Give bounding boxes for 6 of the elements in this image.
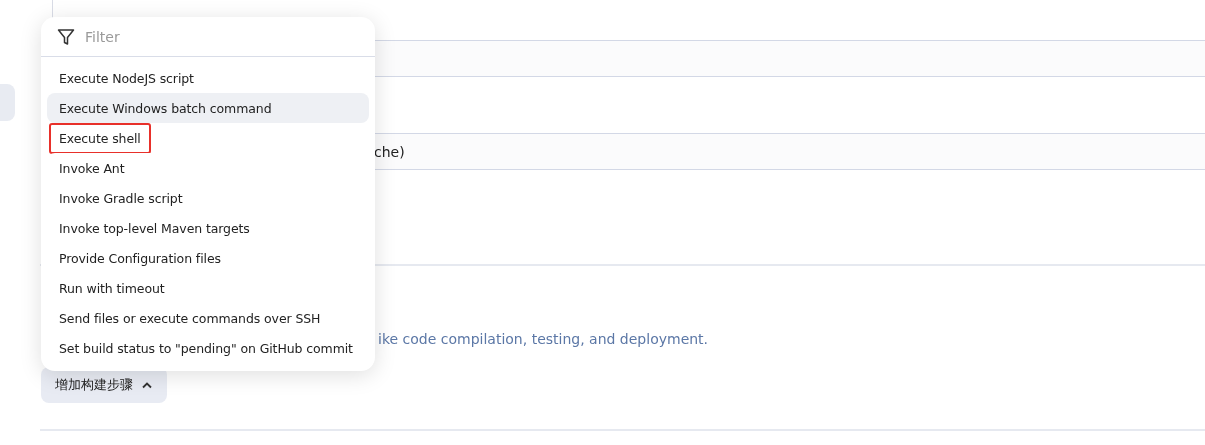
filter-icon: [57, 27, 75, 46]
caret-icon: [141, 381, 153, 389]
add-build-step-button[interactable]: 增加构建步骤: [41, 367, 167, 403]
description-text: ike code compilation, testing, and deployment.: [378, 330, 710, 348]
menu-item[interactable]: Execute Windows batch command: [47, 93, 369, 123]
filter-field[interactable]: Filter: [83, 27, 327, 46]
